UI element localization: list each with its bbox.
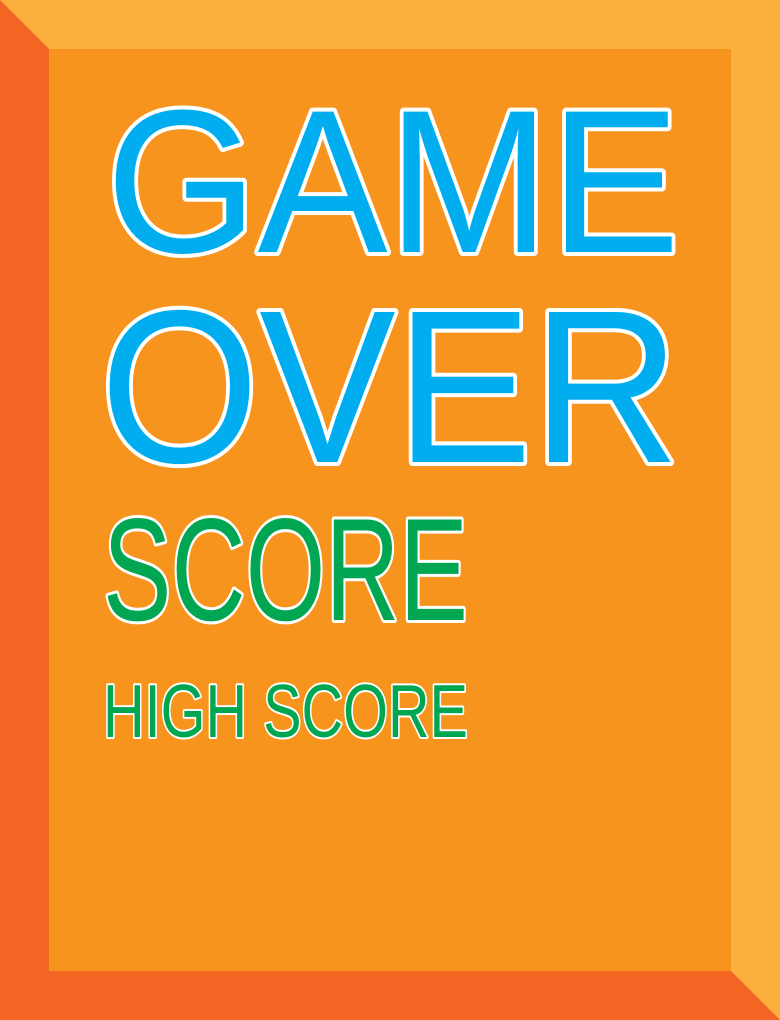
bevel-left xyxy=(0,0,49,1020)
bevel-bottom xyxy=(0,971,780,1020)
high-score-label: HIGH SCORE xyxy=(103,669,468,753)
bevel-right xyxy=(731,0,780,1020)
game-over-panel: GAME OVER SCORE HIGH SCORE xyxy=(0,0,780,1020)
bevel-top xyxy=(0,0,780,49)
over-title: OVER xyxy=(100,266,680,509)
game-title: GAME xyxy=(106,68,680,296)
score-label: SCORE xyxy=(103,488,468,651)
